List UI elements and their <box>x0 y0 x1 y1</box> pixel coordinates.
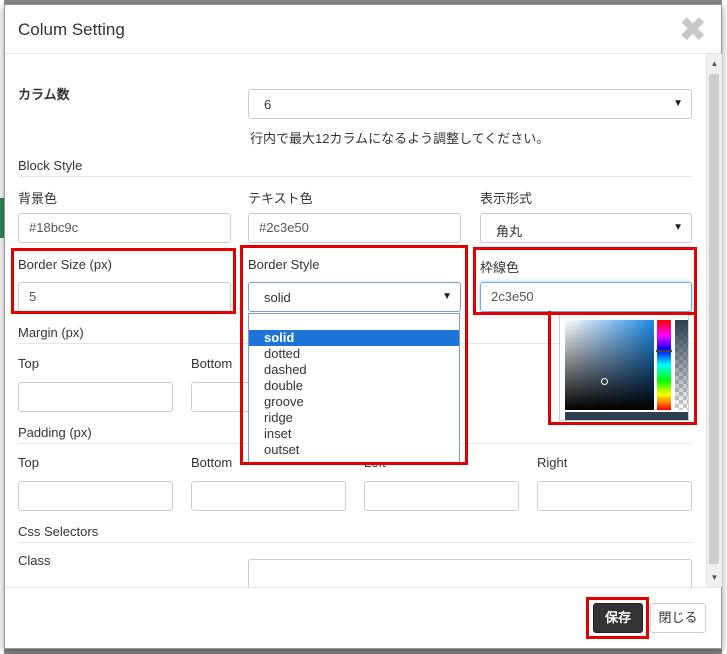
dialog-scrollbar[interactable]: ▲ ▼ <box>706 54 722 587</box>
block-style-heading: Block Style <box>18 158 83 173</box>
dropdown-option-double[interactable]: double <box>249 378 459 394</box>
chevron-down-icon: ▼ <box>673 98 683 109</box>
padding-left-input[interactable] <box>364 481 519 511</box>
color-cursor[interactable] <box>601 378 608 385</box>
dropdown-option-groove[interactable]: groove <box>249 394 459 410</box>
padding-heading: Padding (px) <box>18 425 92 440</box>
text-color-label: テキスト色 <box>248 191 313 206</box>
column-setting-dialog: Colum Setting ✖ カラム数 6 ▼ 行内で最大12カラムになるよう… <box>4 4 722 649</box>
dropdown-option-ridge[interactable]: ridge <box>249 410 459 426</box>
chevron-down-icon: ▼ <box>442 291 452 302</box>
save-button[interactable]: 保存 <box>593 603 643 633</box>
alpha-slider[interactable] <box>675 320 688 410</box>
dropdown-option-inset[interactable]: inset <box>249 426 459 442</box>
columns-select-value: 6 <box>264 97 272 112</box>
display-label: 表示形式 <box>480 191 533 206</box>
dialog-title: Colum Setting <box>18 20 125 39</box>
border-size-label: Border Size (px) <box>18 257 112 272</box>
scrollbar-thumb[interactable] <box>709 74 719 564</box>
scroll-down-icon[interactable]: ▼ <box>707 570 722 585</box>
border-style-select-value: solid <box>264 290 291 305</box>
border-color-label: 枠線色 <box>480 260 520 275</box>
padding-right-input[interactable] <box>537 481 692 511</box>
color-picker-popup <box>559 313 689 421</box>
hue-slider[interactable] <box>656 320 672 410</box>
bg-color-label: 背景色 <box>18 191 58 206</box>
columns-label: カラム数 <box>18 87 70 102</box>
margin-top-input[interactable] <box>18 382 173 412</box>
css-selectors-heading: Css Selectors <box>18 524 99 539</box>
margin-heading: Margin (px) <box>18 325 84 340</box>
dialog-header: Colum Setting ✖ <box>5 5 721 54</box>
dropdown-blank-option[interactable] <box>249 314 459 330</box>
border-style-label: Border Style <box>248 257 320 272</box>
hue-slider-handle[interactable] <box>656 350 672 352</box>
divider <box>18 542 692 543</box>
columns-help-text: 行内で最大12カラムになるよう調整してください。 <box>250 131 550 146</box>
padding-top-label: Top <box>18 455 39 470</box>
display-select-value: 角丸 <box>496 224 523 239</box>
page-background-right <box>722 0 727 654</box>
scroll-up-icon[interactable]: ▲ <box>707 56 722 71</box>
display-select[interactable]: 角丸 ▼ <box>480 213 692 243</box>
text-color-input[interactable]: #2c3e50 <box>248 213 461 243</box>
divider <box>18 176 692 177</box>
color-preview-bar <box>565 412 688 420</box>
dropdown-option-dotted[interactable]: dotted <box>249 346 459 362</box>
padding-bottom-input[interactable] <box>191 481 346 511</box>
dialog-body: カラム数 6 ▼ 行内で最大12カラムになるよう調整してください。 Block … <box>5 54 705 587</box>
padding-top-input[interactable] <box>18 481 173 511</box>
border-style-select[interactable]: solid ▼ <box>248 282 461 312</box>
saturation-value-area[interactable] <box>565 320 654 410</box>
columns-select[interactable]: 6 ▼ <box>248 89 692 119</box>
border-color-input[interactable]: 2c3e50 <box>480 282 692 312</box>
close-icon[interactable]: ✖ <box>679 13 708 47</box>
border-size-input[interactable]: 5 <box>18 282 231 312</box>
class-label: Class <box>18 553 51 568</box>
chevron-down-icon: ▼ <box>673 222 683 233</box>
dropdown-option-solid[interactable]: solid <box>249 330 459 346</box>
close-button[interactable]: 閉じる <box>650 603 706 633</box>
dialog-footer: 保存 閉じる <box>5 587 721 649</box>
dropdown-option-dashed[interactable]: dashed <box>249 362 459 378</box>
margin-bottom-label: Bottom <box>191 356 233 371</box>
class-input[interactable] <box>248 559 692 587</box>
border-style-dropdown-list: solid dotted dashed double groove ridge … <box>248 313 460 463</box>
margin-top-label: Top <box>18 356 39 371</box>
padding-bottom-label: Bottom <box>191 455 233 470</box>
dropdown-option-outset[interactable]: outset <box>249 442 459 458</box>
padding-right-label: Right <box>537 455 568 470</box>
bg-color-input[interactable]: #18bc9c <box>18 213 231 243</box>
